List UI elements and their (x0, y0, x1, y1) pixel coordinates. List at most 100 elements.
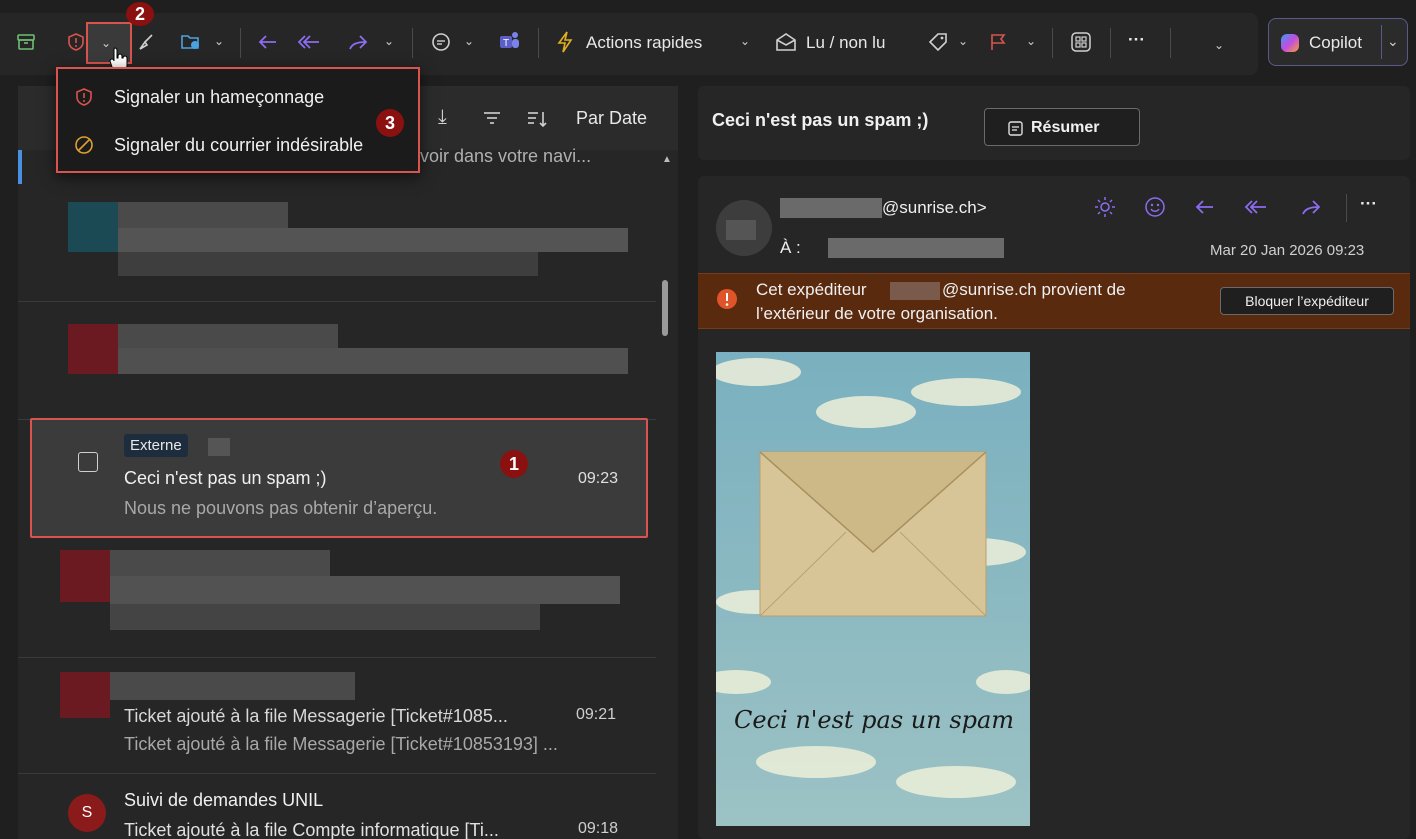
reply-all-icon[interactable] (296, 30, 322, 54)
reply-icon[interactable] (256, 30, 280, 54)
tag-icon[interactable] (926, 30, 950, 54)
list-item-redacted[interactable] (18, 540, 656, 658)
report-dropdown-menu: Signaler un hameçonnage Signaler du cour… (56, 67, 420, 173)
reply-all-icon[interactable] (1244, 198, 1268, 216)
warning-domain: @sunrise.ch provient de (942, 280, 1126, 299)
svg-text:T: T (503, 38, 509, 49)
toolbar-expand-chevron-icon[interactable]: ⌄ (1214, 38, 1224, 52)
teams-icon[interactable]: T (496, 28, 522, 54)
unread-indicator (18, 150, 22, 184)
message-time: 09:21 (576, 706, 617, 723)
avatar: S (68, 794, 106, 832)
warning-prefix: Cet expéditeur (756, 280, 867, 299)
step-badge-1: 1 (500, 450, 528, 478)
toolbar-divider (240, 28, 241, 58)
filter-icon[interactable] (482, 110, 502, 126)
emoji-icon[interactable] (1144, 196, 1166, 218)
report-phishing-label: Signaler un hameçonnage (114, 87, 325, 107)
report-phishing-item[interactable]: Signaler un hameçonnage (66, 81, 406, 115)
toolbar-divider (1052, 28, 1053, 58)
step-badge-2: 2 (126, 2, 154, 26)
toolbar-divider (538, 28, 539, 58)
envelope-open-icon (774, 30, 798, 54)
body-image: Ceci n'est pas un spam (716, 352, 1030, 826)
copilot-button[interactable]: Copilot ⌄ (1268, 18, 1408, 66)
message-subject: Ceci n'est pas un spam ;) (124, 468, 327, 488)
redacted-sender (208, 438, 230, 456)
read-unread-button[interactable]: Lu / non lu (806, 33, 885, 53)
apps-icon[interactable] (1068, 29, 1094, 55)
message-sender: Suivi de demandes UNIL (124, 790, 324, 810)
list-item-redacted[interactable] (18, 302, 656, 420)
to-label: À : (780, 238, 801, 257)
chevron-down-icon[interactable]: ⌄ (958, 34, 968, 48)
action-divider (1346, 194, 1347, 222)
brightness-icon[interactable] (1094, 196, 1116, 218)
more-actions-button[interactable]: ··· (1360, 194, 1377, 214)
reading-subject-bar: Ceci n'est pas un spam ;) Résumer (698, 86, 1410, 160)
list-item[interactable]: S Suivi de demandes UNIL Ticket ajouté à… (18, 774, 656, 839)
lightning-icon (554, 30, 576, 54)
chevron-down-icon[interactable]: ⌄ (384, 34, 394, 48)
chat-icon[interactable] (428, 30, 454, 54)
redacted-recipient (828, 238, 1004, 258)
message-preview: Nous ne pouvons pas obtenir d’aperçu. (124, 498, 438, 518)
flag-icon[interactable] (986, 30, 1010, 54)
prohibited-icon (74, 135, 94, 155)
shield-alert-icon (74, 87, 94, 107)
chevron-down-icon[interactable]: ⌄ (1387, 33, 1399, 50)
sort-direction-icon[interactable]: ⤓ (438, 106, 447, 129)
chevron-down-icon[interactable]: ⌄ (214, 34, 224, 48)
summarize-button[interactable]: Résumer (984, 108, 1140, 146)
toolbar-divider (1110, 28, 1111, 58)
chevron-down-icon[interactable]: ⌄ (464, 34, 474, 48)
summary-icon (1007, 119, 1025, 137)
sort-icon[interactable] (526, 110, 548, 128)
toolbar-divider (1170, 28, 1171, 58)
toolbar-divider (412, 28, 413, 58)
move-folder-icon[interactable] (178, 30, 204, 54)
quick-actions-button[interactable]: Actions rapides (586, 33, 702, 53)
list-item-redacted[interactable] (18, 184, 656, 302)
sweep-icon[interactable] (134, 30, 158, 54)
scroll-up-arrow-icon[interactable]: ▲ (662, 154, 672, 165)
forward-icon[interactable] (1300, 198, 1322, 216)
warning-line2: l’extérieur de votre organisation. (756, 304, 998, 323)
warning-icon (716, 288, 738, 310)
sender-avatar (716, 200, 772, 256)
redacted-sender-name (780, 198, 882, 218)
list-item[interactable]: Ticket ajouté à la file Messagerie [Tick… (18, 658, 656, 774)
list-item-preview: voir dans votre navi... (420, 146, 592, 166)
message-checkbox[interactable] (78, 452, 98, 472)
copilot-label: Copilot (1309, 33, 1362, 52)
chevron-down-icon[interactable]: ⌄ (1026, 34, 1036, 48)
message-preview: Ticket ajouté à la file Messagerie [Tick… (124, 734, 558, 754)
reply-icon[interactable] (1194, 198, 1216, 216)
redacted-sender-inline (890, 282, 940, 300)
message-subject: Ticket ajouté à la file Messagerie [Tick… (124, 706, 508, 726)
message-time: 09:18 (578, 820, 619, 837)
step-badge-3: 3 (376, 109, 404, 137)
sort-by-date-button[interactable]: Par Date (576, 108, 647, 129)
sender-address: @sunrise.ch> (882, 198, 987, 217)
image-caption: Ceci n'est pas un spam (734, 706, 1015, 734)
external-tag: Externe (124, 434, 188, 457)
reading-subject: Ceci n'est pas un spam ;) (712, 110, 929, 130)
message-time: 09:23 (578, 470, 619, 487)
report-shield-icon[interactable] (64, 30, 88, 54)
list-scrollbar[interactable]: ▲ (656, 150, 676, 839)
summarize-label: Résumer (1031, 119, 1100, 136)
report-junk-item[interactable]: Signaler du courrier indésirable (66, 129, 406, 163)
scrollbar-thumb[interactable] (662, 280, 668, 336)
copilot-divider (1381, 25, 1382, 59)
external-sender-warning: Cet expéditeur @sunrise.ch provient de l… (698, 273, 1410, 329)
forward-icon[interactable] (346, 30, 370, 54)
report-junk-label: Signaler du courrier indésirable (114, 135, 364, 155)
block-sender-button[interactable]: Bloquer l’expéditeur (1220, 287, 1394, 315)
selected-message-row[interactable]: Externe Ceci n'est pas un spam ;) 09:23 … (30, 418, 648, 538)
message-card: @sunrise.ch> À : ··· Mar 20 Jan 2026 09:… (698, 176, 1410, 839)
message-preview: Ticket ajouté à la file Compte informati… (124, 820, 499, 839)
archive-icon[interactable] (14, 30, 38, 54)
more-options-button[interactable]: ··· (1128, 30, 1145, 50)
chevron-down-icon[interactable]: ⌄ (740, 34, 750, 48)
